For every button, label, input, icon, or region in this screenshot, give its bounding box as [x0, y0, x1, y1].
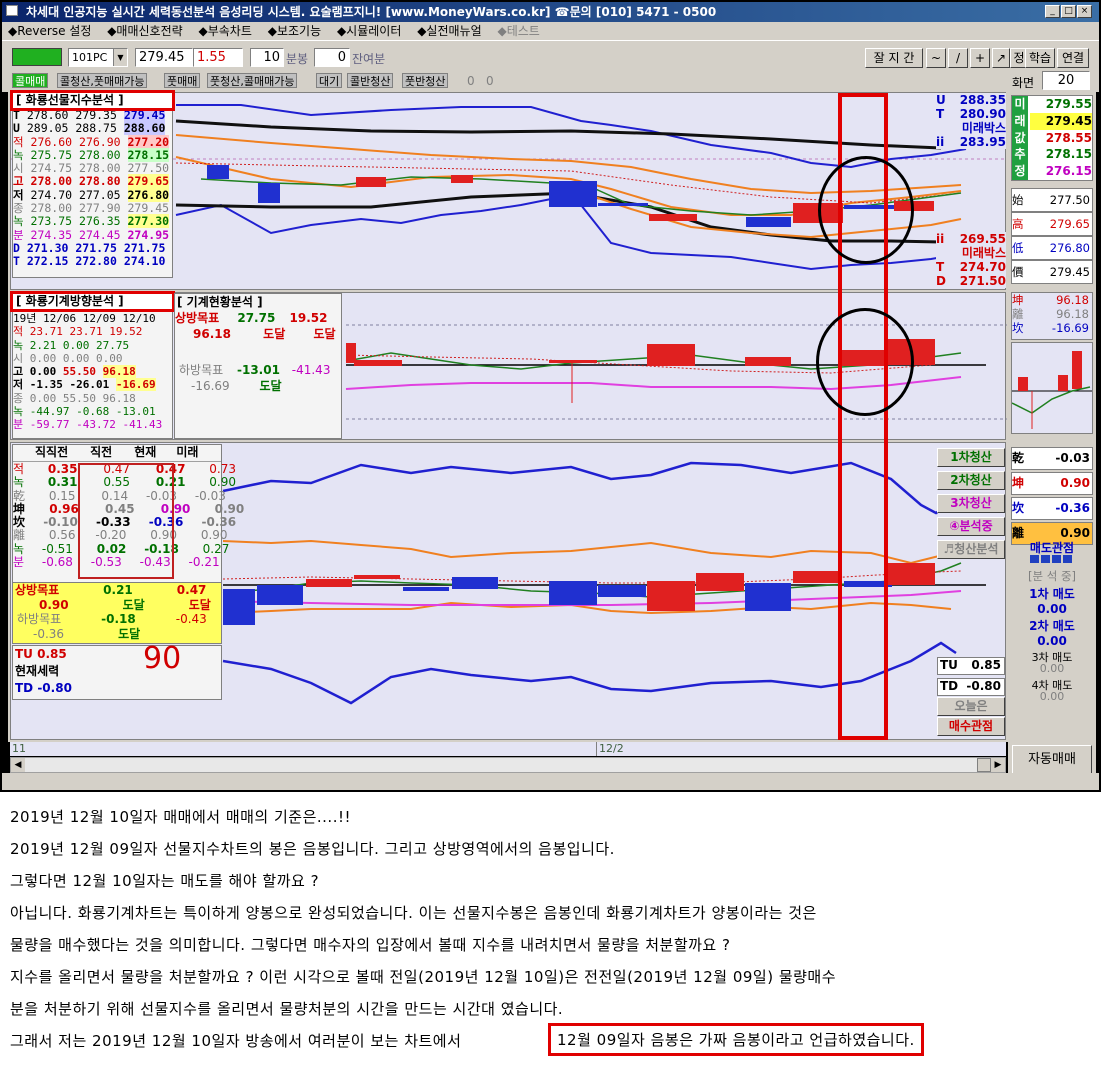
sell-3: 3차 매도 0.00: [1031, 651, 1073, 675]
current-values-frame: [78, 463, 174, 579]
window-title: 차세대 인공지능 실시간 세력동선분석 음성리딩 시스템. 요술램프지니! [w…: [2, 2, 1099, 22]
tab-put-half[interactable]: 풋반청산: [402, 73, 449, 88]
buy-watch-button[interactable]: 매수관점: [937, 717, 1005, 736]
commentary-line-1: 2019년 12월 10일자 매매에서 매매의 기준은....!!: [10, 808, 351, 826]
remain-label: 잔여분: [352, 52, 386, 66]
period-field[interactable]: 10: [250, 48, 284, 67]
close-button[interactable]: ×: [1077, 5, 1092, 18]
menu-simulator[interactable]: ◆시뮬레이터: [337, 24, 401, 38]
change-field: 1.55: [193, 48, 243, 67]
jal-ji-gan-button[interactable]: 잘 지 간: [865, 48, 923, 68]
menubar: ◆Reverse 설정 ◆매매신호전략 ◆부속차트 ◆보조기능 ◆시뮬레이터 ◆…: [2, 22, 1099, 40]
reverse-target-box: 상방목표 0.21 0.47 0.90 도달 도달 하방목표 -0.18 -0.43 -0.…: [12, 582, 222, 644]
tab-call-half[interactable]: 콜반청산: [347, 73, 394, 88]
tab-put-close[interactable]: 풋청산,콜매매가능: [207, 73, 298, 88]
machine-status-box: [ 기계현황분석 ] 상방목표 27.75 19.52 96.18 도달 도달 …: [174, 293, 342, 439]
cross-tool-button[interactable]: +: [970, 48, 990, 68]
tu-right: TU 0.85: [937, 657, 1005, 675]
tab-call-trade[interactable]: 콜매매: [12, 73, 49, 88]
force-box: TU 0.85 현재세력 TD -0.80 90: [12, 641, 222, 700]
price-field: 279.45: [135, 48, 193, 67]
machine-values-box: 坤 96.18 離 96.18 坎 -16.69: [1011, 292, 1093, 340]
code-select[interactable]: 101PC ▼: [68, 48, 128, 67]
machine-direction-title: [ 화룡기계방향분석 ]: [10, 291, 175, 312]
commentary-line-2: 2019년 12월 09일자 선물지수차트의 봉은 음봉입니다. 그리고 상방영…: [10, 840, 615, 858]
period-unit: 분봉: [286, 52, 309, 66]
auto-trade-button[interactable]: 자동매매: [1012, 745, 1092, 775]
sell-level-bar: [1030, 555, 1074, 563]
tab-call-close[interactable]: 콜청산,풋매매가능: [57, 73, 148, 88]
highlighted-conclusion: 12월 09일자 음봉은 가짜 음봉이라고 언급하였습니다.: [548, 1023, 924, 1056]
machine-direction-table: 19년 12/06 12/09 12/10 적 23.71 23.71 19.5…: [12, 311, 173, 439]
reverse-values-box: 乾 -0.03 坤 0.90 坎 -0.36 離 0.90: [1011, 447, 1093, 545]
screen-value[interactable]: 20: [1042, 71, 1090, 90]
future-price-box: 미래값추정 279.55 279.45 278.55 278.15 276.15: [1011, 95, 1093, 181]
sell-1: 1차 매도 0.00: [1029, 587, 1075, 616]
close-analysis-button[interactable]: ♬청산분석: [937, 540, 1005, 559]
menu-signal[interactable]: ◆매매신호전략: [107, 24, 182, 38]
tab-wait[interactable]: 대기: [316, 73, 343, 88]
tab-count-b: 0: [486, 74, 494, 88]
first-close-button[interactable]: 1차청산: [937, 448, 1005, 467]
commentary-line-4: 아닙니다. 화룡기계차트는 특이하게 양봉으로 완성되었습니다. 이는 선물지수…: [10, 904, 817, 922]
minimize-button[interactable]: _: [1045, 5, 1060, 18]
signal-tabs: 콜매매 콜청산,풋매매가능 풋매매 풋청산,콜매매가능 대기 콜반청산 풋반청산…: [2, 70, 1099, 92]
panel1-right-top: U 288.35 T 280.90 미래박스 ii 283.95: [936, 93, 1006, 149]
tilde-button[interactable]: ~: [926, 48, 946, 68]
toolbar: 101PC ▼ 279.45 1.55 10 분봉 0 잔여분 잘 지 간 ~ /…: [2, 40, 1099, 70]
futures-index-table: T 278.60 279.35 279.45 U 289.05 288.75 2…: [12, 108, 173, 278]
sell-2: 2차 매도 0.00: [1029, 619, 1075, 648]
mini-chart: [1011, 342, 1093, 434]
ohlc-box: 始 277.50 高 279.65 低 276.80 價 279.45: [1011, 188, 1093, 284]
learn-button[interactable]: 학습: [1025, 48, 1055, 68]
status-strip: [2, 773, 1099, 790]
scroll-thumb[interactable]: [977, 758, 991, 772]
commentary-line-7: 분을 처분하기 위해 선물지수를 올리면서 물량처분의 시간을 만드는 시간대 …: [10, 1000, 564, 1018]
menu-subchart[interactable]: ◆부속차트: [199, 24, 252, 38]
maximize-button[interactable]: □: [1061, 5, 1076, 18]
third-close-button[interactable]: 3차청산: [937, 494, 1005, 513]
commentary-panel: 2019년 12월 10일자 매매에서 매매의 기준은....!! 2019년 …: [0, 790, 1101, 1082]
menu-test[interactable]: ◆테스트: [497, 24, 539, 38]
menu-reverse[interactable]: ◆Reverse 설정: [8, 24, 91, 38]
highlight-circle-middle: [816, 308, 914, 416]
scroll-left-icon[interactable]: ◀: [11, 758, 25, 772]
second-close-button[interactable]: 2차청산: [937, 471, 1005, 490]
tab-count-a: 0: [467, 74, 475, 88]
app-icon: [6, 5, 18, 16]
futures-index-title: [ 화룡선물지수분석 ]: [10, 90, 175, 111]
today-button[interactable]: 오늘은: [937, 697, 1005, 716]
td-right: TD -0.80: [937, 678, 1005, 696]
commentary-line-6: 지수를 올리면서 물량을 처분할까요 ? 이런 시각으로 볼때 전일(2019년…: [10, 968, 837, 986]
horizontal-scrollbar[interactable]: ◀ ▶: [10, 757, 1006, 773]
highlight-circle-top: [818, 156, 914, 264]
commentary-line-5: 물량을 매수했다는 것을 의미합니다. 그렇다면 매수자의 입장에서 볼때 지수…: [10, 936, 731, 954]
line-tool-button[interactable]: /: [948, 48, 968, 68]
analyzing-button[interactable]: ④분석중: [937, 517, 1005, 536]
tab-put-trade[interactable]: 풋매매: [164, 73, 201, 88]
status-indicator: [12, 48, 62, 66]
connect-button[interactable]: 연결: [1057, 48, 1089, 68]
screen-label: 화면: [1012, 76, 1035, 90]
menu-aux[interactable]: ◆보조기능: [268, 24, 321, 38]
panel1-right-bottom: ii 269.55 미래박스 T 274.70 D 271.50: [936, 232, 1006, 288]
sell-watch-label: 매도관점: [1029, 541, 1075, 555]
force-value: 90: [143, 641, 182, 676]
arrow-tool-button[interactable]: ↗: [992, 48, 1010, 68]
commentary-line-3: 그렇다면 12월 10일자는 매도를 해야 할까요 ?: [10, 872, 320, 890]
sell-4: 4차 매도 0.00: [1031, 679, 1073, 703]
menu-manual[interactable]: ◆실전매뉴얼: [417, 24, 481, 38]
analyzing-label: [분 석 중]: [1027, 569, 1077, 583]
scroll-right-icon[interactable]: ▶: [991, 758, 1005, 772]
right-info-column: 미래값추정 279.55 279.45 278.55 278.15 276.15…: [1008, 92, 1096, 742]
remain-field: 0: [314, 48, 350, 67]
commentary-line-8: 그래서 저는 2019년 12월 10일자 방송에서 여러분이 보는 차트에서: [10, 1032, 462, 1050]
time-axis: 11 12/2: [10, 742, 1006, 756]
